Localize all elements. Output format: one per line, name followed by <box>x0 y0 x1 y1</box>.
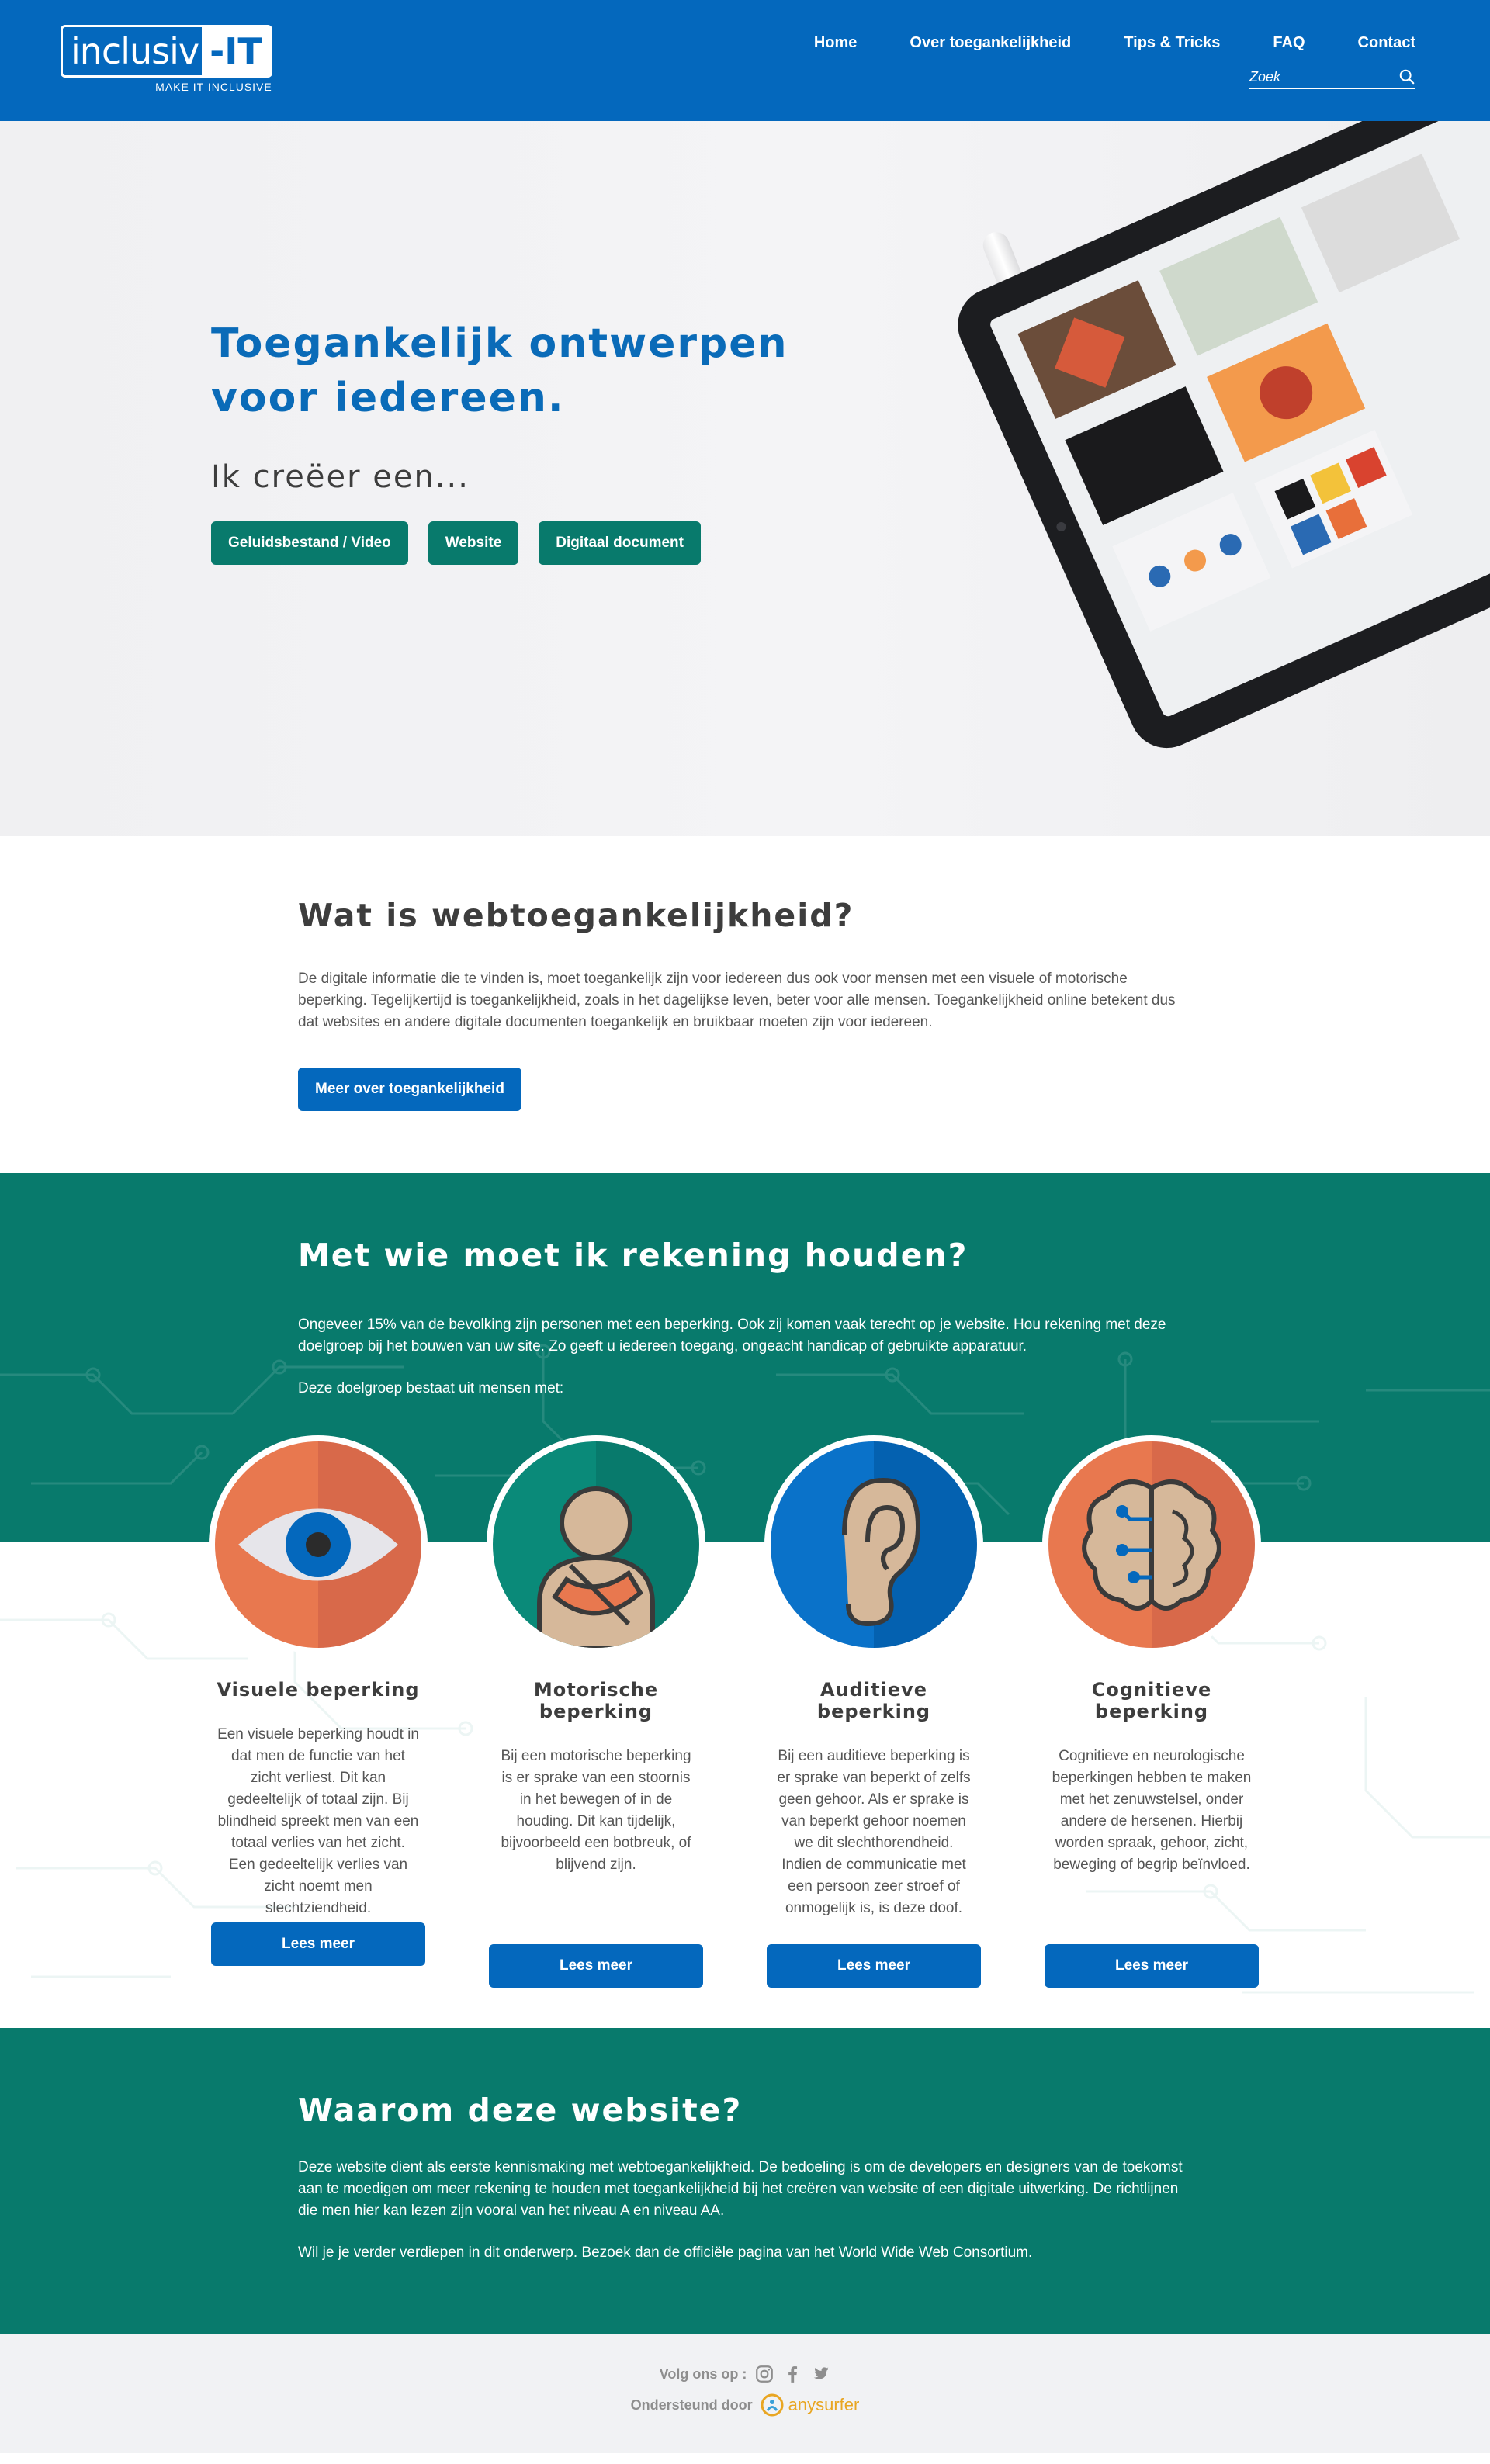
site-logo[interactable]: inclusiv -IT MAKE IT INCLUSIVE <box>61 25 272 93</box>
follow-label: Volg ons op : <box>659 2365 747 2382</box>
who-section: Met wie moet ik rekening houden? Ongevee… <box>0 1173 1490 2028</box>
why-section: Waarom deze website? Deze website dient … <box>0 2028 1490 2334</box>
hero-title-line-1: Toegankelijk ontwerpen <box>211 320 788 367</box>
anysurfer-text: anysurfer <box>788 2395 860 2414</box>
cognitive-read-more-button[interactable]: Lees meer <box>1045 1944 1259 1988</box>
w3c-link[interactable]: World Wide Web Consortium <box>839 2244 1028 2261</box>
hero-section: Toegankelijk ontwerpen voor iedereen. Ik… <box>0 121 1490 836</box>
nav-faq[interactable]: FAQ <box>1273 34 1305 52</box>
eye-icon <box>215 1441 421 1648</box>
cognitive-circle <box>1042 1435 1261 1654</box>
card-cognitive-body: Cognitieve en neurologische beperkingen … <box>1052 1748 1252 1873</box>
nav-contact[interactable]: Contact <box>1358 34 1416 52</box>
why-body-2: Wil je je verder verdiepen in dit onderw… <box>298 2242 1198 2264</box>
why-title: Waarom deze website? <box>298 2092 743 2129</box>
hero-content: Toegankelijk ontwerpen voor iedereen. Ik… <box>211 317 788 565</box>
main-nav: Home Over toegankelijkheid Tips & Tricks… <box>814 34 1416 52</box>
logo-text: inclusiv <box>71 30 199 72</box>
search-bar <box>1249 68 1416 89</box>
twitter-icon[interactable] <box>810 2364 830 2384</box>
who-intro: Ongeveer 15% van de bevolking zijn perso… <box>298 1317 1166 1355</box>
hero-title: Toegankelijk ontwerpen voor iedereen. <box>211 317 788 425</box>
visual-read-more-button[interactable]: Lees meer <box>211 1922 425 1966</box>
who-content: Met wie moet ik rekening houden? Ongevee… <box>298 1237 1198 1400</box>
digital-document-button[interactable]: Digitaal document <box>539 521 701 565</box>
ear-icon <box>771 1441 977 1648</box>
sponsor-row: Ondersteund door anysurfer <box>0 2393 1490 2417</box>
search-icon[interactable] <box>1398 68 1416 85</box>
card-auditory: Auditieve beperking Bij een auditieve be… <box>764 1435 983 1988</box>
social-row: Volg ons op : <box>0 2363 1490 2385</box>
visual-circle <box>209 1435 428 1654</box>
brain-icon <box>1048 1441 1255 1648</box>
what-title: Wat is webtoegankelijkheid? <box>298 897 854 934</box>
nav-tips-tricks[interactable]: Tips & Tricks <box>1124 34 1220 52</box>
auditory-circle <box>764 1435 983 1654</box>
why-body-2-text: Wil je je verder verdiepen in dit onderw… <box>298 2244 839 2261</box>
card-visual-body: Een visuele beperking houdt in dat men d… <box>217 1726 419 1916</box>
site-footer: Volg ons op : Ondersteund door anysurfer <box>0 2334 1490 2453</box>
supported-label: Ondersteund door <box>630 2397 753 2413</box>
motor-circle <box>487 1435 705 1654</box>
facebook-icon[interactable] <box>782 2364 802 2384</box>
card-visual-title: Visuele beperking <box>217 1679 420 1701</box>
disability-cards: Visuele beperking Een visuele beperking … <box>209 1435 1261 1988</box>
card-auditory-title: Auditieve beperking <box>816 1679 931 1722</box>
search-input[interactable] <box>1249 68 1381 85</box>
more-accessibility-button[interactable]: Meer over toegankelijkheid <box>298 1068 522 1111</box>
what-section: Wat is webtoegankelijkheid? De digitale … <box>0 836 1490 1173</box>
anysurfer-logo[interactable]: anysurfer <box>761 2393 860 2417</box>
card-visual: Visuele beperking Een visuele beperking … <box>209 1435 428 1988</box>
what-body: De digitale informatie die te vinden is,… <box>298 971 1176 1030</box>
audio-video-button[interactable]: Geluidsbestand / Video <box>211 521 408 565</box>
why-body-2-end: . <box>1028 2244 1033 2261</box>
hero-subtitle: Ik creëer een... <box>211 459 470 495</box>
hero-title-line-2: voor iedereen. <box>211 375 565 421</box>
who-intro-2: Deze doelgroep bestaat uit mensen met: <box>298 1380 564 1396</box>
instagram-icon[interactable] <box>754 2364 774 2384</box>
person-sling-icon <box>493 1441 699 1648</box>
card-motor: Motorische beperking Bij een motorische … <box>487 1435 705 1988</box>
hero-buttons: Geluidsbestand / Video Website Digitaal … <box>211 521 788 565</box>
card-cognitive-title: Cognitieve beperking <box>1091 1679 1212 1722</box>
site-header: inclusiv -IT MAKE IT INCLUSIVE Home Over… <box>0 0 1490 121</box>
logo-tagline: MAKE IT INCLUSIVE <box>155 81 272 93</box>
logo-suffix: -IT <box>202 27 270 75</box>
card-motor-title: Motorische beperking <box>533 1679 659 1722</box>
card-cognitive: Cognitieve beperking Cognitieve en neuro… <box>1042 1435 1261 1988</box>
nav-home[interactable]: Home <box>814 34 858 52</box>
nav-over-toegankelijkheid[interactable]: Over toegankelijkheid <box>910 34 1071 52</box>
motor-read-more-button[interactable]: Lees meer <box>489 1944 703 1988</box>
card-motor-body: Bij een motorische beperking is er sprak… <box>501 1748 691 1873</box>
tablet-photo <box>958 121 1490 749</box>
website-button[interactable]: Website <box>428 521 519 565</box>
card-auditory-body: Bij een auditieve beperking is er sprake… <box>777 1748 971 1916</box>
who-title: Met wie moet ik rekening houden? <box>298 1237 968 1274</box>
anysurfer-icon <box>761 2393 784 2417</box>
why-body: Deze website dient als eerste kennismaki… <box>298 2159 1183 2219</box>
auditory-read-more-button[interactable]: Lees meer <box>767 1944 981 1988</box>
